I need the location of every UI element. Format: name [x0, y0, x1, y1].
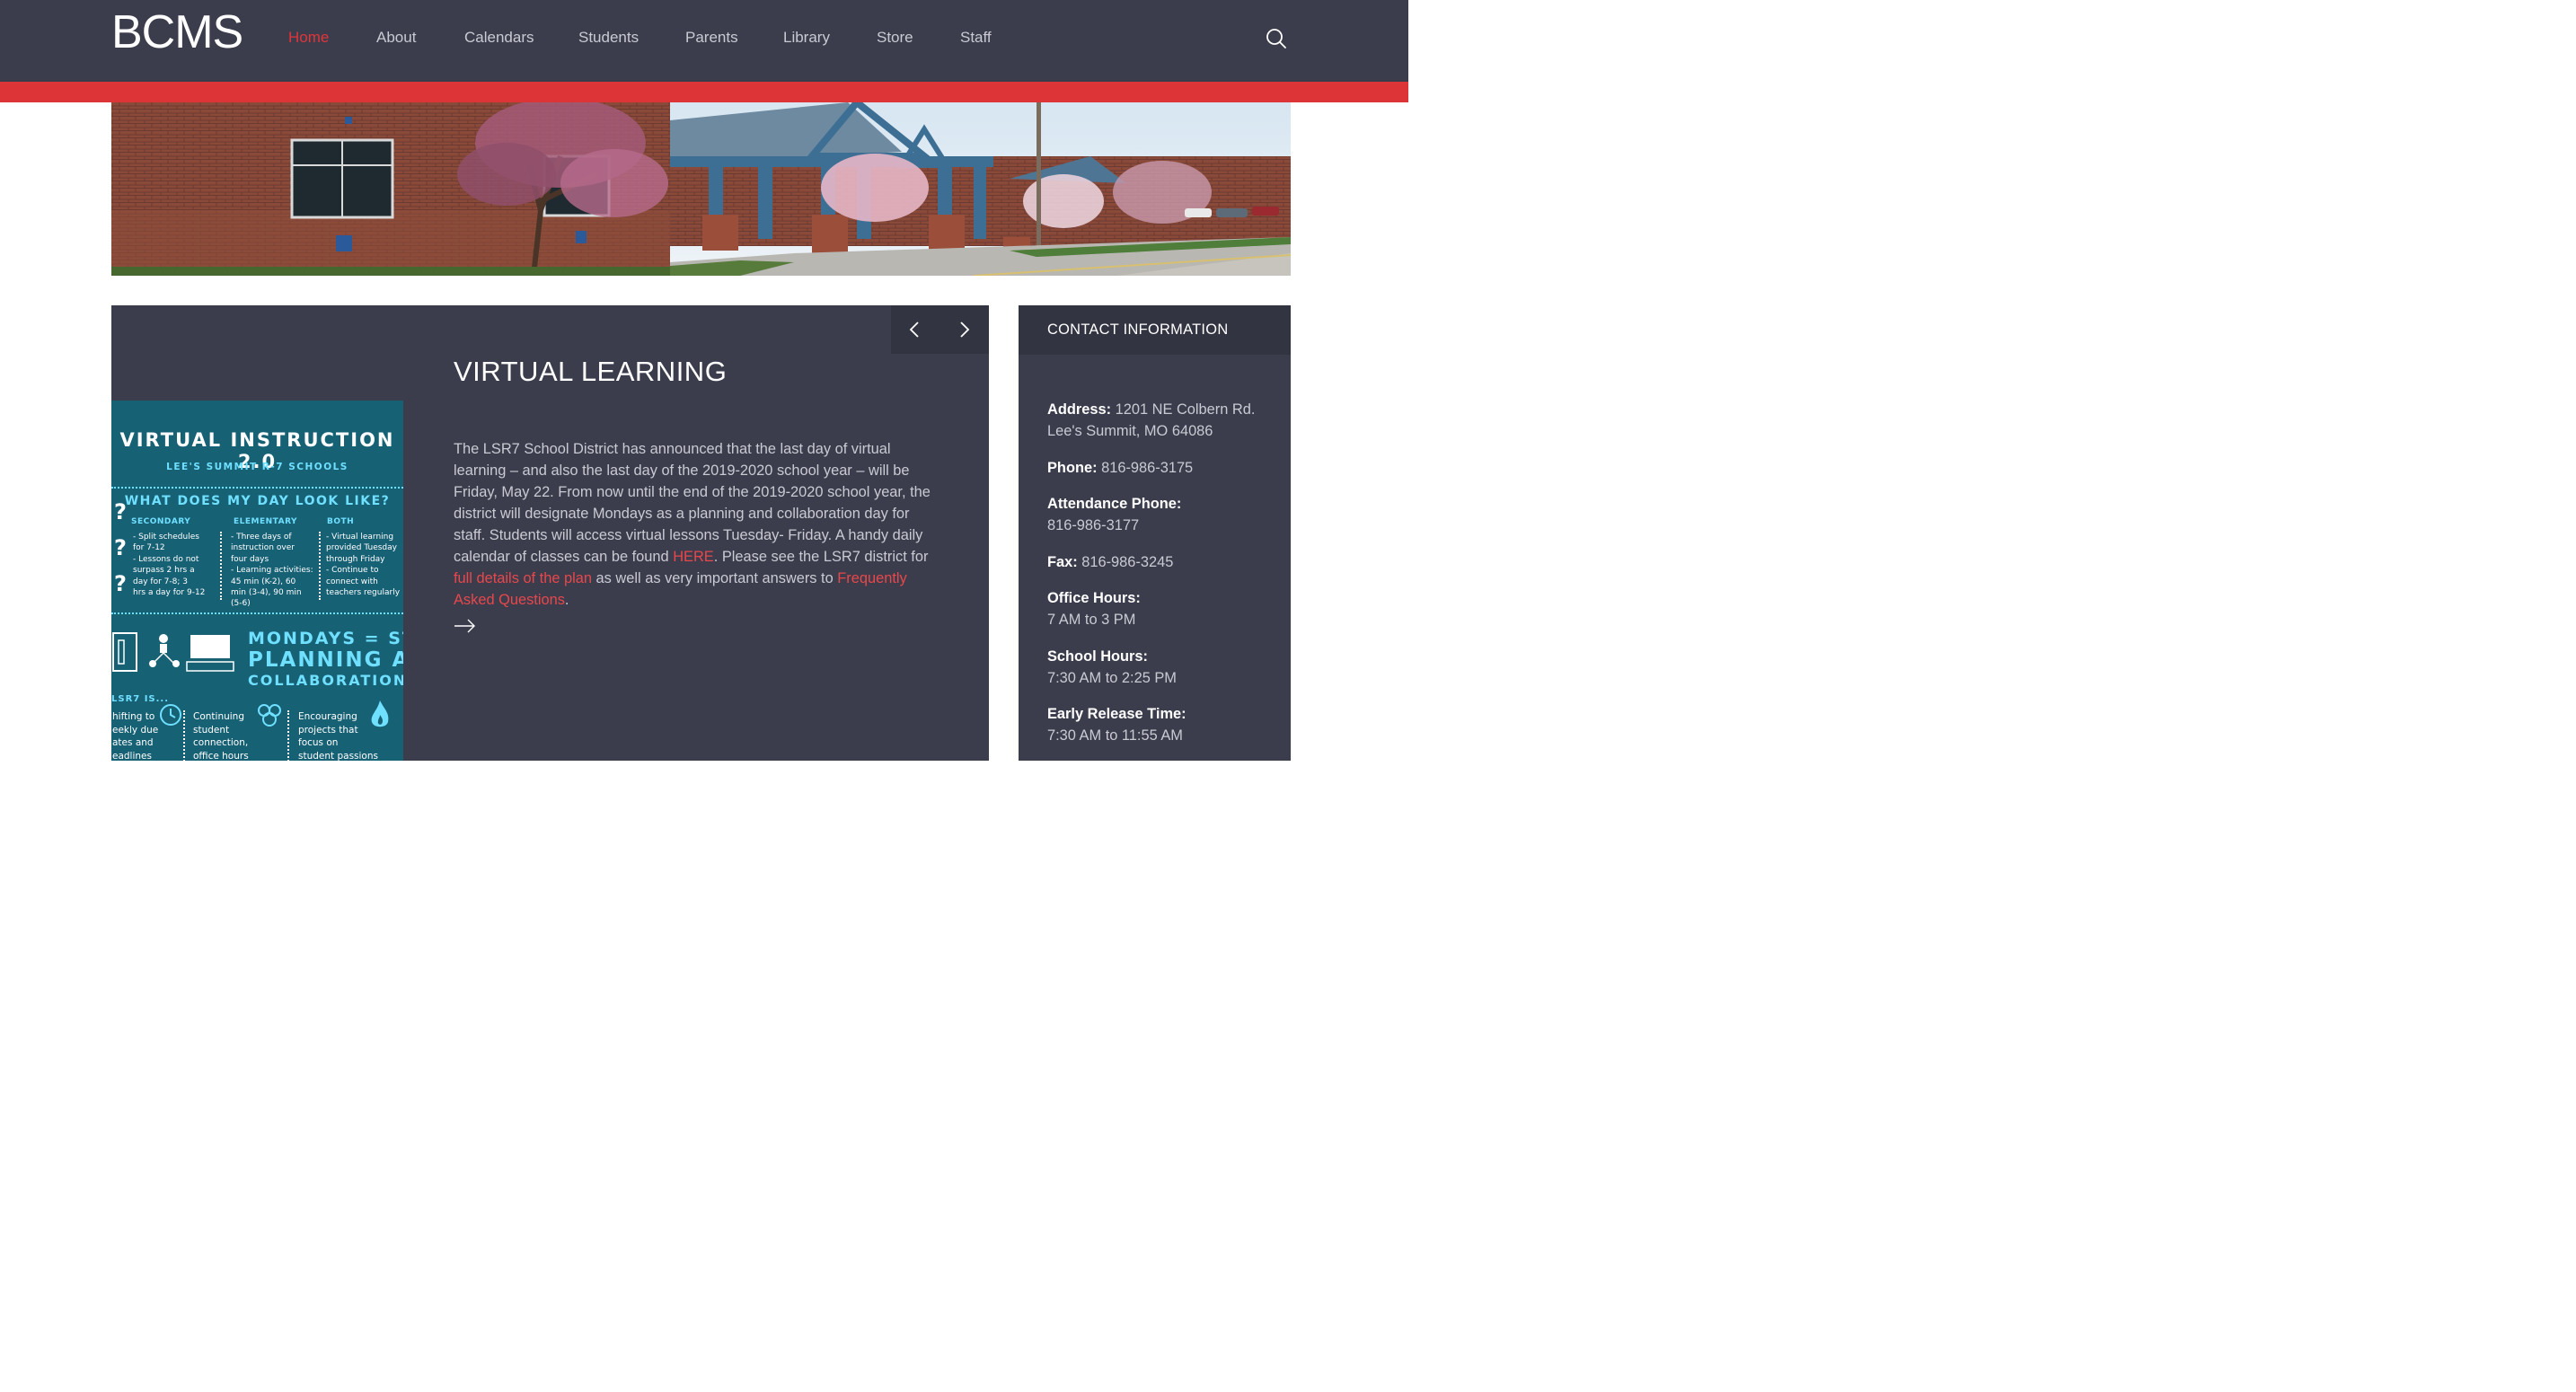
flyer-item-deadlines: hifting to eekly due ates and eadlines: [112, 711, 159, 761]
flyer-col-both: - Virtual learning provided Tuesday thro…: [326, 533, 401, 598]
flyer-col-head-elementary: ELEMENTARY: [234, 517, 298, 526]
flyer-col-head-both: BOTH: [327, 517, 355, 526]
contact-title: CONTACT INFORMATION: [1047, 322, 1229, 338]
nav-item-about[interactable]: About: [376, 29, 416, 47]
contact-sidebar: CONTACT INFORMATION Address: 1201 NE Col…: [1019, 305, 1291, 761]
flyer-item-projects: Encouraging projects that focus on stude…: [298, 711, 378, 761]
post-body: The LSR7 School District has announced t…: [454, 438, 943, 611]
school-hours-label: School Hours:: [1047, 648, 1149, 665]
chevron-left-icon[interactable]: [904, 318, 927, 341]
phone-label: Phone:: [1047, 460, 1098, 476]
site-header: BCMS Home About Calendars Students Paren…: [0, 0, 1408, 82]
contact-office-hours: Office Hours: 7 AM to 3 PM: [1047, 587, 1281, 630]
question-mark-icon: ?: [114, 535, 127, 560]
school-banner-image: [111, 102, 1291, 276]
attendance-label: Attendance Phone:: [1047, 496, 1182, 512]
flyer-divider: [287, 710, 289, 761]
flyer-divider: [111, 487, 403, 489]
featured-post-panel: VIRTUAL INSTRUCTION 2.0 LEE'S SUMMIT R-7…: [111, 305, 989, 761]
flyer-col-head-secondary: SECONDARY: [131, 517, 191, 526]
flyer-divider: [111, 612, 403, 614]
post-body-text: .: [564, 592, 569, 608]
flyer-mondays-line2: PLANNING AND: [248, 648, 403, 672]
flyer-subtitle: LEE'S SUMMIT R-7 SCHOOLS: [166, 462, 348, 472]
contact-attendance: Attendance Phone: 816-986-3177: [1047, 493, 1281, 536]
nav-item-home[interactable]: Home: [288, 29, 329, 47]
flyer-divider: [319, 532, 321, 600]
flyer-divider: [183, 710, 185, 761]
flyer-question: WHAT DOES MY DAY LOOK LIKE?: [124, 494, 391, 508]
contact-fax: Fax: 816-986-3245: [1047, 551, 1281, 573]
nav-item-students[interactable]: Students: [578, 29, 639, 47]
early-release-value: 7:30 AM to 11:55 AM: [1047, 727, 1183, 744]
question-mark-icon: ?: [114, 499, 127, 524]
attendance-value[interactable]: 816-986-3177: [1047, 517, 1139, 533]
contact-header: CONTACT INFORMATION: [1019, 305, 1291, 355]
early-release-label: Early Release Time:: [1047, 706, 1187, 722]
slider-controls: [891, 305, 989, 354]
address-label: Address:: [1047, 401, 1112, 418]
link-full-details[interactable]: full details of the plan: [454, 570, 592, 586]
flyer-col-elementary: - Three days of instruction over four da…: [231, 533, 313, 609]
post-title[interactable]: VIRTUAL LEARNING: [454, 356, 727, 388]
flyer-mondays-line3: COLLABORATION DAY: [248, 672, 403, 689]
contact-early-release: Early Release Time: 7:30 AM to 11:55 AM: [1047, 703, 1281, 746]
contact-school-hours: School Hours: 7:30 AM to 2:25 PM: [1047, 646, 1281, 689]
contact-phone: Phone: 816-986-3175: [1047, 457, 1281, 479]
chevron-right-icon[interactable]: [952, 318, 975, 341]
flame-icon: [371, 700, 389, 727]
people-icon: [258, 704, 281, 727]
fax-value: 816-986-3245: [1077, 554, 1174, 570]
site-logo[interactable]: BCMS: [111, 5, 243, 59]
nav-item-library[interactable]: Library: [783, 29, 830, 47]
flyer-item-connection: Continuing student connection, office ho…: [193, 711, 249, 761]
contact-address: Address: 1201 NE Colbern Rd. Lee's Summi…: [1047, 399, 1281, 442]
nav-item-staff[interactable]: Staff: [960, 29, 992, 47]
flyer-mondays-line1: MONDAYS = STAFF: [248, 629, 403, 648]
nav-item-calendars[interactable]: Calendars: [464, 29, 534, 47]
school-hours-value: 7:30 AM to 2:25 PM: [1047, 670, 1177, 686]
nav-item-store[interactable]: Store: [877, 29, 913, 47]
office-hours-value: 7 AM to 3 PM: [1047, 612, 1136, 628]
virtual-instruction-flyer[interactable]: VIRTUAL INSTRUCTION 2.0 LEE'S SUMMIT R-7…: [111, 401, 403, 761]
flyer-divider: [220, 532, 222, 600]
search-icon[interactable]: [1265, 27, 1288, 50]
flyer-col-secondary: - Split schedules for 7-12 - Lessons do …: [133, 533, 206, 598]
fax-label: Fax:: [1047, 554, 1078, 570]
office-hours-label: Office Hours:: [1047, 590, 1141, 606]
post-body-text: . Please see the LSR7 district for: [713, 549, 929, 565]
post-body-text: as well as very important answers to: [592, 570, 838, 586]
post-body-text: The LSR7 School District has announced t…: [454, 441, 931, 565]
arrow-right-icon[interactable]: [454, 618, 477, 634]
accent-bar: [0, 82, 1408, 102]
link-here[interactable]: HERE: [673, 549, 714, 565]
question-mark-icon: ?: [114, 571, 127, 596]
nav-item-parents[interactable]: Parents: [685, 29, 738, 47]
phone-value[interactable]: 816-986-3175: [1098, 460, 1193, 476]
clock-icon: [160, 704, 181, 726]
meeting-icon: [112, 632, 234, 672]
